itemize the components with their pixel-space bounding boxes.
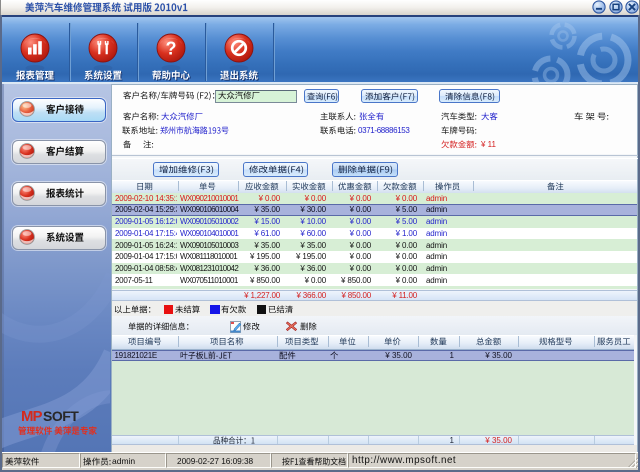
svg-text:SOFT: SOFT	[43, 408, 79, 424]
svg-text:MP: MP	[21, 408, 42, 424]
svg-text:?: ?	[166, 38, 177, 58]
